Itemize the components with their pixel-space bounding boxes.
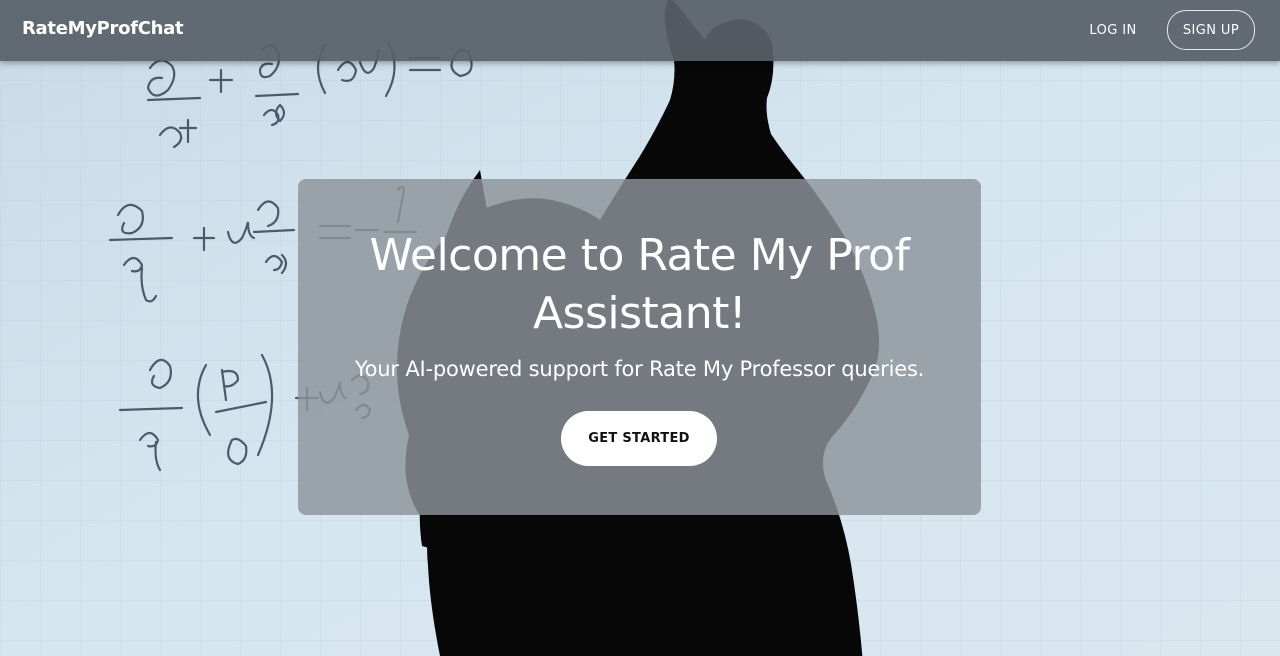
brand-logo-text[interactable]: RateMyProfChat	[22, 18, 184, 39]
hero-card: Welcome to Rate My Prof Assistant! Your …	[298, 179, 981, 515]
signup-button[interactable]: SIGN UP	[1167, 10, 1255, 50]
get-started-button[interactable]: GET STARTED	[561, 411, 717, 466]
top-navbar: RateMyProfChat LOG IN SIGN UP	[0, 0, 1280, 61]
hero-subtitle: Your AI-powered support for Rate My Prof…	[354, 357, 925, 381]
hero-title: Welcome to Rate My Prof Assistant!	[369, 230, 910, 339]
login-button[interactable]: LOG IN	[1076, 11, 1150, 49]
